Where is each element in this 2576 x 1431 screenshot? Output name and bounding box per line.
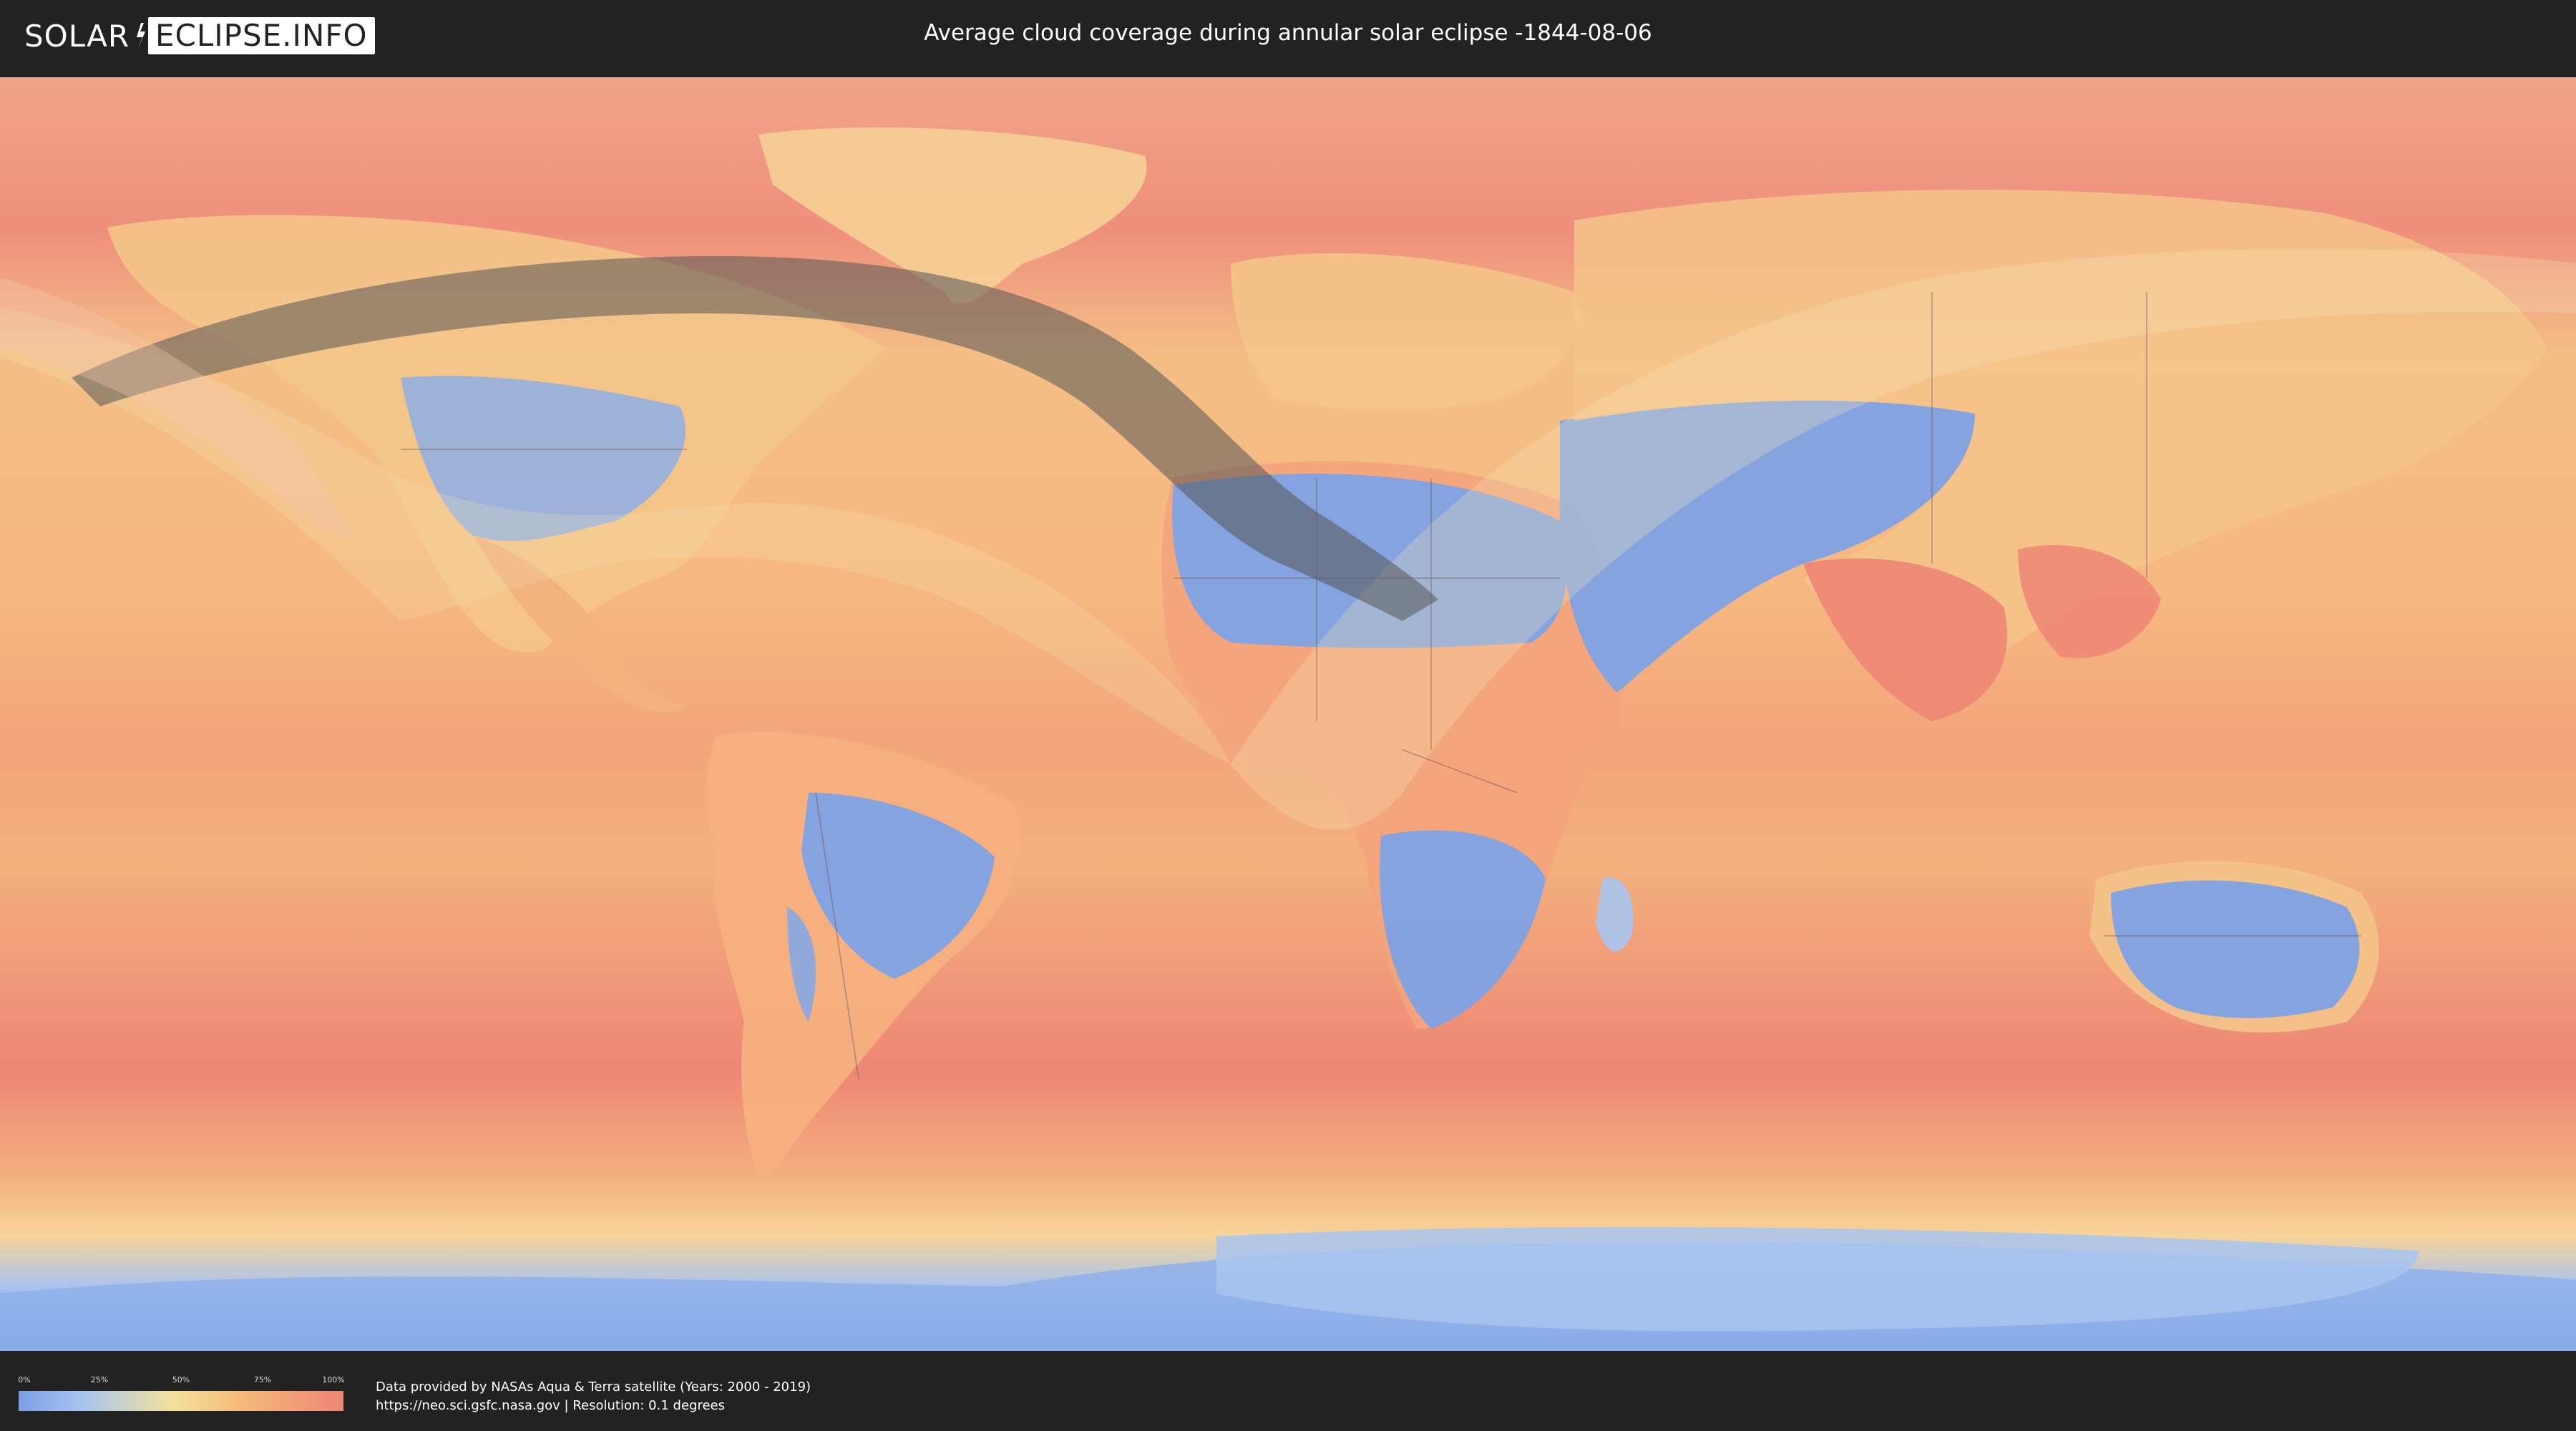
- data-credits: Data provided by NASAs Aqua & Terra sate…: [376, 1378, 811, 1415]
- cloud-coverage-map[interactable]: [0, 77, 2576, 1351]
- legend-tick: 0%: [18, 1375, 31, 1384]
- page-title: Average cloud coverage during annular so…: [924, 20, 1652, 46]
- legend-tick: 100%: [322, 1375, 345, 1384]
- legend-tick: 75%: [253, 1375, 272, 1384]
- cloud-coverage-legend: 0% 25% 50% 75% 100%: [18, 1375, 345, 1411]
- legend-color-bar: [19, 1391, 343, 1411]
- legend-tick: 25%: [90, 1375, 109, 1384]
- credits-line-1: Data provided by NASAs Aqua & Terra sate…: [376, 1379, 811, 1395]
- world-map: [0, 77, 2576, 1351]
- legend-tick: 50%: [172, 1375, 190, 1384]
- header-bar: SOLAR ECLIPSE.INFO Average cloud coverag…: [0, 0, 2576, 72]
- credits-line-2[interactable]: https://neo.sci.gsfc.nasa.gov | Resoluti…: [376, 1397, 811, 1415]
- legend-ticks: 0% 25% 50% 75% 100%: [18, 1375, 345, 1385]
